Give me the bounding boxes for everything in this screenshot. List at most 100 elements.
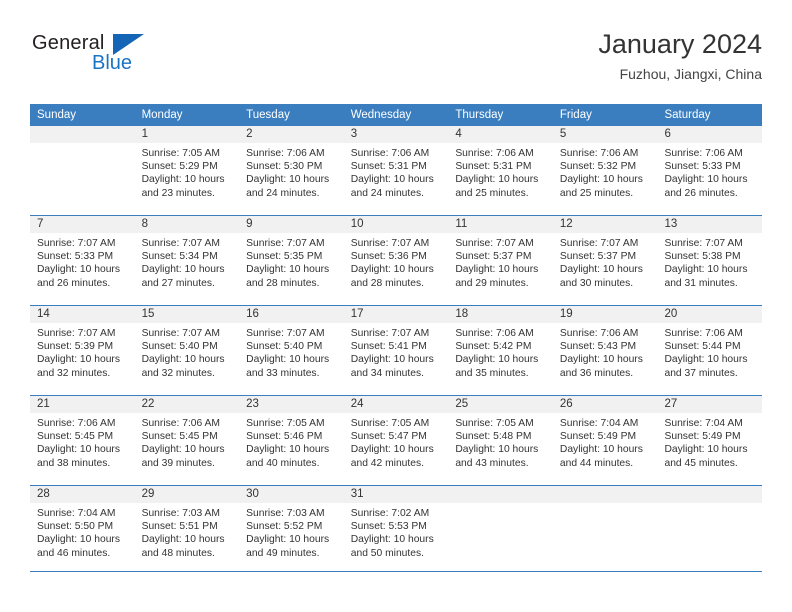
day-number	[552, 486, 658, 503]
daylight-text: Daylight: 10 hours and 35 minutes.	[455, 354, 539, 379]
weekday-thursday: Thursday	[455, 109, 504, 121]
day-cell-empty	[552, 486, 658, 575]
day-cell[interactable]: 15 Sunrise: 7:07 AM Sunset: 5:40 PM Dayligh…	[134, 306, 240, 395]
brand-logo[interactable]: General Blue	[30, 32, 220, 92]
day-number: 13	[657, 216, 763, 233]
sunset-text: Sunset: 5:31 PM	[350, 161, 427, 173]
sunset-text: Sunset: 5:42 PM	[455, 341, 532, 353]
day-number: 4	[448, 126, 553, 143]
day-cell[interactable]: 12 Sunrise: 7:07 AM Sunset: 5:37 PM Dayligh…	[552, 216, 658, 305]
day-cell[interactable]: 23 Sunrise: 7:05 AM Sunset: 5:46 PM Dayligh…	[239, 396, 344, 485]
day-cell[interactable]: 31 Sunrise: 7:02 AM Sunset: 5:53 PM Dayligh…	[343, 486, 449, 575]
daylight-text: Daylight: 10 hours and 46 minutes.	[37, 534, 120, 559]
day-info: Sunrise: 7:06 AM Sunset: 5:31 PM Daylight:…	[344, 143, 449, 200]
weekday-sunday: Sunday	[37, 109, 77, 121]
day-cell[interactable]: 10 Sunrise: 7:07 AM Sunset: 5:36 PM Dayligh…	[343, 216, 449, 305]
day-cell[interactable]: 9 Sunrise: 7:07 AM Sunset: 5:35 PM Daylight…	[239, 216, 344, 305]
daylight-text: Daylight: 10 hours and 24 minutes.	[350, 174, 434, 199]
brand-name-blue: Blue	[92, 52, 133, 74]
sunrise-text: Sunrise: 7:06 AM	[559, 148, 639, 159]
daylight-text: Daylight: 10 hours and 48 minutes.	[141, 534, 225, 559]
sunset-text: Sunset: 5:45 PM	[37, 431, 114, 443]
day-cell[interactable]: 22 Sunrise: 7:06 AM Sunset: 5:45 PM Dayligh…	[134, 396, 240, 485]
day-cell[interactable]: 18 Sunrise: 7:06 AM Sunset: 5:42 PM Dayligh…	[448, 306, 553, 395]
day-number: 6	[657, 126, 763, 143]
day-cell[interactable]: 7 Sunrise: 7:07 AM Sunset: 5:33 PM Daylight…	[30, 216, 135, 305]
sunrise-text: Sunrise: 7:07 AM	[37, 238, 116, 249]
day-info: Sunrise: 7:05 AM Sunset: 5:29 PM Daylight:…	[135, 143, 240, 200]
day-cell[interactable]: 13 Sunrise: 7:07 AM Sunset: 5:38 PM Dayligh…	[657, 216, 763, 305]
daylight-text: Daylight: 10 hours and 26 minutes.	[664, 174, 748, 199]
day-cell[interactable]: 16 Sunrise: 7:07 AM Sunset: 5:40 PM Dayligh…	[239, 306, 344, 395]
day-cell[interactable]: 4 Sunrise: 7:06 AM Sunset: 5:31 PM Daylight…	[448, 126, 553, 215]
day-cell[interactable]: 20 Sunrise: 7:06 AM Sunset: 5:44 PM Dayligh…	[657, 306, 763, 395]
day-number: 3	[343, 126, 449, 143]
day-cell[interactable]: 25 Sunrise: 7:05 AM Sunset: 5:48 PM Dayligh…	[448, 396, 553, 485]
day-number: 21	[30, 396, 135, 413]
sunrise-text: Sunrise: 7:07 AM	[246, 238, 325, 249]
day-number: 23	[239, 396, 344, 413]
day-cell-empty	[30, 126, 135, 215]
daylight-text: Daylight: 10 hours and 40 minutes.	[246, 444, 330, 469]
sunrise-text: Sunrise: 7:07 AM	[350, 328, 430, 339]
page-subtitle: Fuzhou, Jiangxi, China	[619, 66, 762, 82]
day-cell[interactable]: 21 Sunrise: 7:06 AM Sunset: 5:45 PM Dayligh…	[30, 396, 135, 485]
day-number: 20	[657, 306, 763, 323]
day-number: 25	[448, 396, 553, 413]
day-info: Sunrise: 7:06 AM Sunset: 5:45 PM Daylight:…	[30, 413, 135, 470]
day-cell[interactable]: 24 Sunrise: 7:05 AM Sunset: 5:47 PM Dayligh…	[343, 396, 449, 485]
day-number	[30, 126, 135, 143]
day-cell[interactable]: 3 Sunrise: 7:06 AM Sunset: 5:31 PM Daylight…	[343, 126, 449, 215]
sunset-text: Sunset: 5:53 PM	[350, 521, 427, 533]
day-info: Sunrise: 7:07 AM Sunset: 5:37 PM Daylight:…	[553, 233, 658, 290]
calendar-weeks: 1 Sunrise: 7:05 AM Sunset: 5:29 PM Daylight…	[30, 126, 763, 575]
sunrise-text: Sunrise: 7:06 AM	[455, 148, 534, 159]
day-number: 24	[343, 396, 449, 413]
day-number: 2	[239, 126, 344, 143]
day-cell[interactable]: 6 Sunrise: 7:06 AM Sunset: 5:33 PM Daylight…	[657, 126, 763, 215]
sunset-text: Sunset: 5:40 PM	[141, 341, 218, 353]
day-cell[interactable]: 17 Sunrise: 7:07 AM Sunset: 5:41 PM Dayligh…	[343, 306, 449, 395]
sunrise-text: Sunrise: 7:07 AM	[559, 238, 639, 249]
daylight-text: Daylight: 10 hours and 23 minutes.	[141, 174, 225, 199]
daylight-text: Daylight: 10 hours and 27 minutes.	[141, 264, 225, 289]
day-info: Sunrise: 7:05 AM Sunset: 5:47 PM Daylight:…	[344, 413, 449, 470]
daylight-text: Daylight: 10 hours and 42 minutes.	[350, 444, 434, 469]
weekday-tuesday: Tuesday	[246, 109, 290, 121]
day-info: Sunrise: 7:03 AM Sunset: 5:52 PM Daylight:…	[239, 503, 344, 560]
day-info: Sunrise: 7:07 AM Sunset: 5:37 PM Daylight:…	[448, 233, 553, 290]
sunset-text: Sunset: 5:32 PM	[559, 161, 637, 173]
day-cell[interactable]: 29 Sunrise: 7:03 AM Sunset: 5:51 PM Dayligh…	[134, 486, 240, 575]
day-number: 12	[552, 216, 658, 233]
sunrise-text: Sunrise: 7:03 AM	[141, 508, 220, 519]
day-cell[interactable]: 11 Sunrise: 7:07 AM Sunset: 5:37 PM Dayligh…	[448, 216, 553, 305]
day-cell-empty	[448, 486, 553, 575]
sunrise-text: Sunrise: 7:05 AM	[350, 418, 430, 429]
day-cell[interactable]: 26 Sunrise: 7:04 AM Sunset: 5:49 PM Dayligh…	[552, 396, 658, 485]
day-cell[interactable]: 2 Sunrise: 7:06 AM Sunset: 5:30 PM Daylight…	[239, 126, 344, 215]
daylight-text: Daylight: 10 hours and 25 minutes.	[455, 174, 539, 199]
day-cell[interactable]: 8 Sunrise: 7:07 AM Sunset: 5:34 PM Daylight…	[134, 216, 240, 305]
day-cell[interactable]: 30 Sunrise: 7:03 AM Sunset: 5:52 PM Dayligh…	[239, 486, 344, 575]
day-cell[interactable]: 19 Sunrise: 7:06 AM Sunset: 5:43 PM Dayligh…	[552, 306, 658, 395]
day-cell[interactable]: 27 Sunrise: 7:04 AM Sunset: 5:49 PM Dayligh…	[657, 396, 763, 485]
day-cell[interactable]: 28 Sunrise: 7:04 AM Sunset: 5:50 PM Dayligh…	[30, 486, 135, 575]
sunrise-text: Sunrise: 7:03 AM	[246, 508, 325, 519]
sunset-text: Sunset: 5:36 PM	[350, 251, 427, 263]
daylight-text: Daylight: 10 hours and 29 minutes.	[455, 264, 539, 289]
page-header: General Blue January 2024 Fuzhou, Jiangx…	[30, 28, 762, 98]
day-number: 31	[343, 486, 449, 503]
day-cell[interactable]: 14 Sunrise: 7:07 AM Sunset: 5:39 PM Dayligh…	[30, 306, 135, 395]
sunrise-text: Sunrise: 7:07 AM	[664, 238, 743, 249]
daylight-text: Daylight: 10 hours and 39 minutes.	[141, 444, 225, 469]
daylight-text: Daylight: 10 hours and 26 minutes.	[37, 264, 120, 289]
sunrise-text: Sunrise: 7:06 AM	[141, 418, 220, 429]
sunrise-text: Sunrise: 7:07 AM	[141, 328, 220, 339]
sunrise-text: Sunrise: 7:04 AM	[664, 418, 743, 429]
day-cell[interactable]: 1 Sunrise: 7:05 AM Sunset: 5:29 PM Daylight…	[134, 126, 240, 215]
calendar-week-row: 14 Sunrise: 7:07 AM Sunset: 5:39 PM Dayligh…	[30, 305, 763, 395]
sunset-text: Sunset: 5:39 PM	[37, 341, 114, 353]
day-number: 1	[134, 126, 240, 143]
daylight-text: Daylight: 10 hours and 33 minutes.	[246, 354, 330, 379]
day-cell[interactable]: 5 Sunrise: 7:06 AM Sunset: 5:32 PM Daylight…	[552, 126, 658, 215]
